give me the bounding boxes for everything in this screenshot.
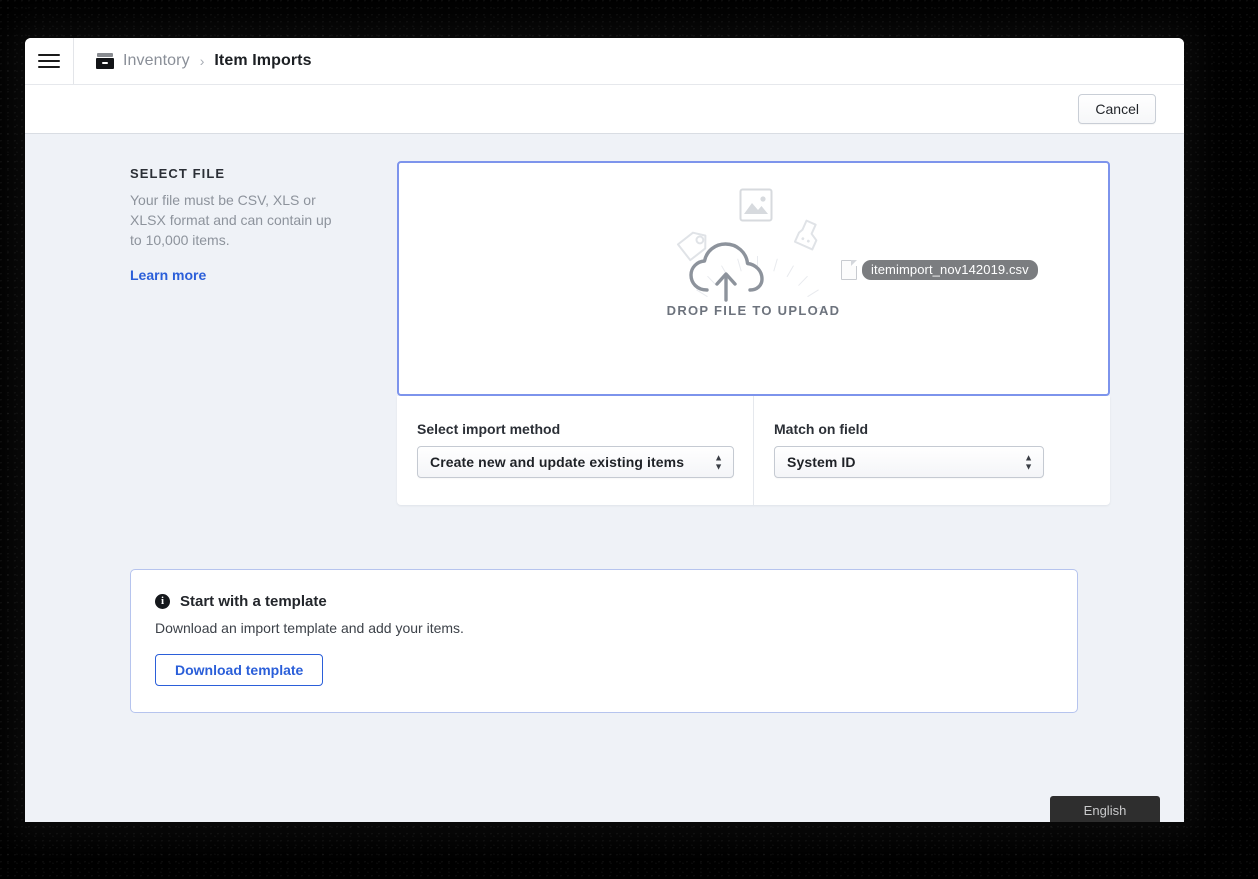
upload-column: DROP FILE TO UPLOAD itemimport_nov142019…	[397, 161, 1110, 505]
template-panel-header: i Start with a template	[155, 593, 1053, 610]
learn-more-link[interactable]: Learn more	[130, 267, 206, 283]
download-template-button[interactable]: Download template	[155, 654, 324, 686]
plug-icon	[785, 218, 827, 265]
start-with-template-panel: i Start with a template Download an impo…	[130, 569, 1078, 713]
import-method-label: Select import method	[417, 421, 561, 437]
dropzone-label: DROP FILE TO UPLOAD	[666, 303, 841, 318]
chevron-right-icon: ›	[199, 53, 205, 69]
breadcrumb-current-page: Item Imports	[214, 52, 312, 69]
info-icon: i	[155, 594, 170, 609]
app-header: Inventory › Item Imports	[25, 38, 1184, 85]
match-field-group: Match on field System ID ▲ ▼	[754, 396, 1110, 505]
match-field-value: System ID	[787, 454, 856, 470]
select-file-info: SELECT FILE Your file must be CSV, XLS o…	[130, 161, 366, 505]
breadcrumb-item-inventory[interactable]: Inventory	[123, 52, 190, 70]
image-icon	[739, 188, 773, 227]
match-field-select[interactable]: System ID ▲ ▼	[774, 446, 1044, 478]
import-options-card: Select import method Create new and upda…	[397, 396, 1110, 505]
import-method-select[interactable]: Create new and update existing items ▲ ▼	[417, 446, 734, 478]
menu-button[interactable]	[25, 38, 74, 84]
hamburger-icon	[38, 54, 60, 68]
stepper-chevrons-icon: ▲ ▼	[714, 452, 723, 472]
language-tab-label: English	[1083, 802, 1127, 818]
file-dropzone[interactable]: DROP FILE TO UPLOAD itemimport_nov142019…	[397, 161, 1110, 396]
import-method-group: Select import method Create new and upda…	[397, 396, 754, 505]
template-panel-description: Download an import template and add your…	[155, 620, 464, 636]
breadcrumb: Inventory › Item Imports	[74, 38, 312, 84]
stepper-chevrons-icon: ▲ ▼	[1024, 452, 1033, 472]
select-file-description: Your file must be CSV, XLS or XLSX forma…	[130, 192, 332, 248]
language-tab[interactable]: English	[1050, 796, 1160, 822]
cancel-button[interactable]: Cancel	[1078, 94, 1156, 124]
page-toolbar: Cancel	[25, 85, 1184, 134]
document-icon	[841, 260, 857, 280]
dragged-file-name: itemimport_nov142019.csv	[862, 260, 1038, 280]
inventory-box-icon	[96, 53, 114, 69]
template-panel-title: Start with a template	[180, 593, 327, 610]
select-file-title: SELECT FILE	[130, 166, 226, 181]
cloud-upload-icon	[687, 238, 765, 307]
match-field-label: Match on field	[774, 421, 869, 437]
upload-section: SELECT FILE Your file must be CSV, XLS o…	[25, 134, 1184, 505]
dragged-file-chip[interactable]: itemimport_nov142019.csv	[841, 260, 1038, 280]
app-window: Inventory › Item Imports Cancel SELECT F…	[25, 38, 1184, 822]
main-content: SELECT FILE Your file must be CSV, XLS o…	[25, 134, 1184, 822]
import-method-value: Create new and update existing items	[430, 454, 685, 470]
dropzone-illustration: DROP FILE TO UPLOAD itemimport_nov142019…	[399, 163, 1108, 394]
